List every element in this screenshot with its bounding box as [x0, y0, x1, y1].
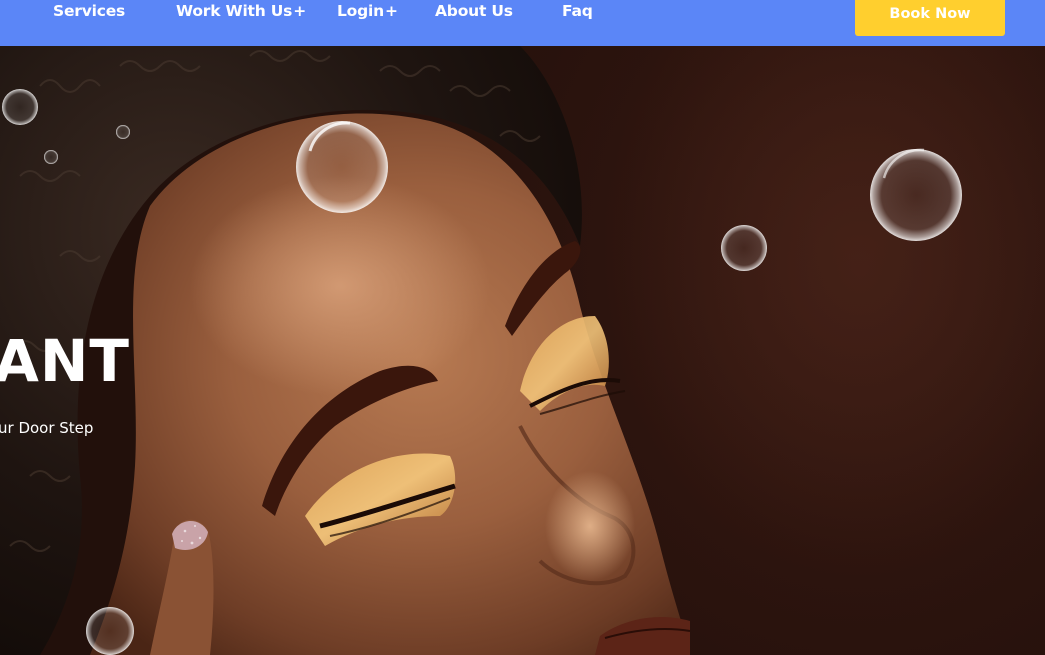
nav-item-services[interactable]: Services	[53, 0, 125, 23]
portrait-photo	[0, 46, 1045, 655]
plus-icon: +	[293, 2, 307, 20]
hero-section: ANT ur Door Step	[0, 46, 1045, 655]
page: Services Work With Us+ Login+ About Us F…	[0, 0, 1045, 655]
plus-icon: +	[384, 2, 398, 20]
book-now-label: Book Now	[889, 6, 971, 22]
nav-item-faq[interactable]: Faq	[562, 0, 593, 23]
nav-item-label: Services	[53, 2, 126, 20]
top-navbar: Services Work With Us+ Login+ About Us F…	[0, 0, 1045, 46]
nav-item-label: Work With Us	[176, 2, 293, 20]
nav-item-label: Login	[337, 2, 384, 20]
nav-item-work-with-us[interactable]: Work With Us+	[176, 0, 306, 23]
nav-item-label: About Us	[435, 2, 513, 20]
nav-item-about-us[interactable]: About Us	[435, 0, 513, 23]
hero-subtitle: ur Door Step	[0, 419, 94, 437]
book-now-button[interactable]: Book Now	[855, 0, 1005, 36]
nav-item-label: Faq	[562, 2, 593, 20]
hero-title: ANT	[0, 327, 130, 395]
nav-item-login[interactable]: Login+	[337, 0, 398, 23]
